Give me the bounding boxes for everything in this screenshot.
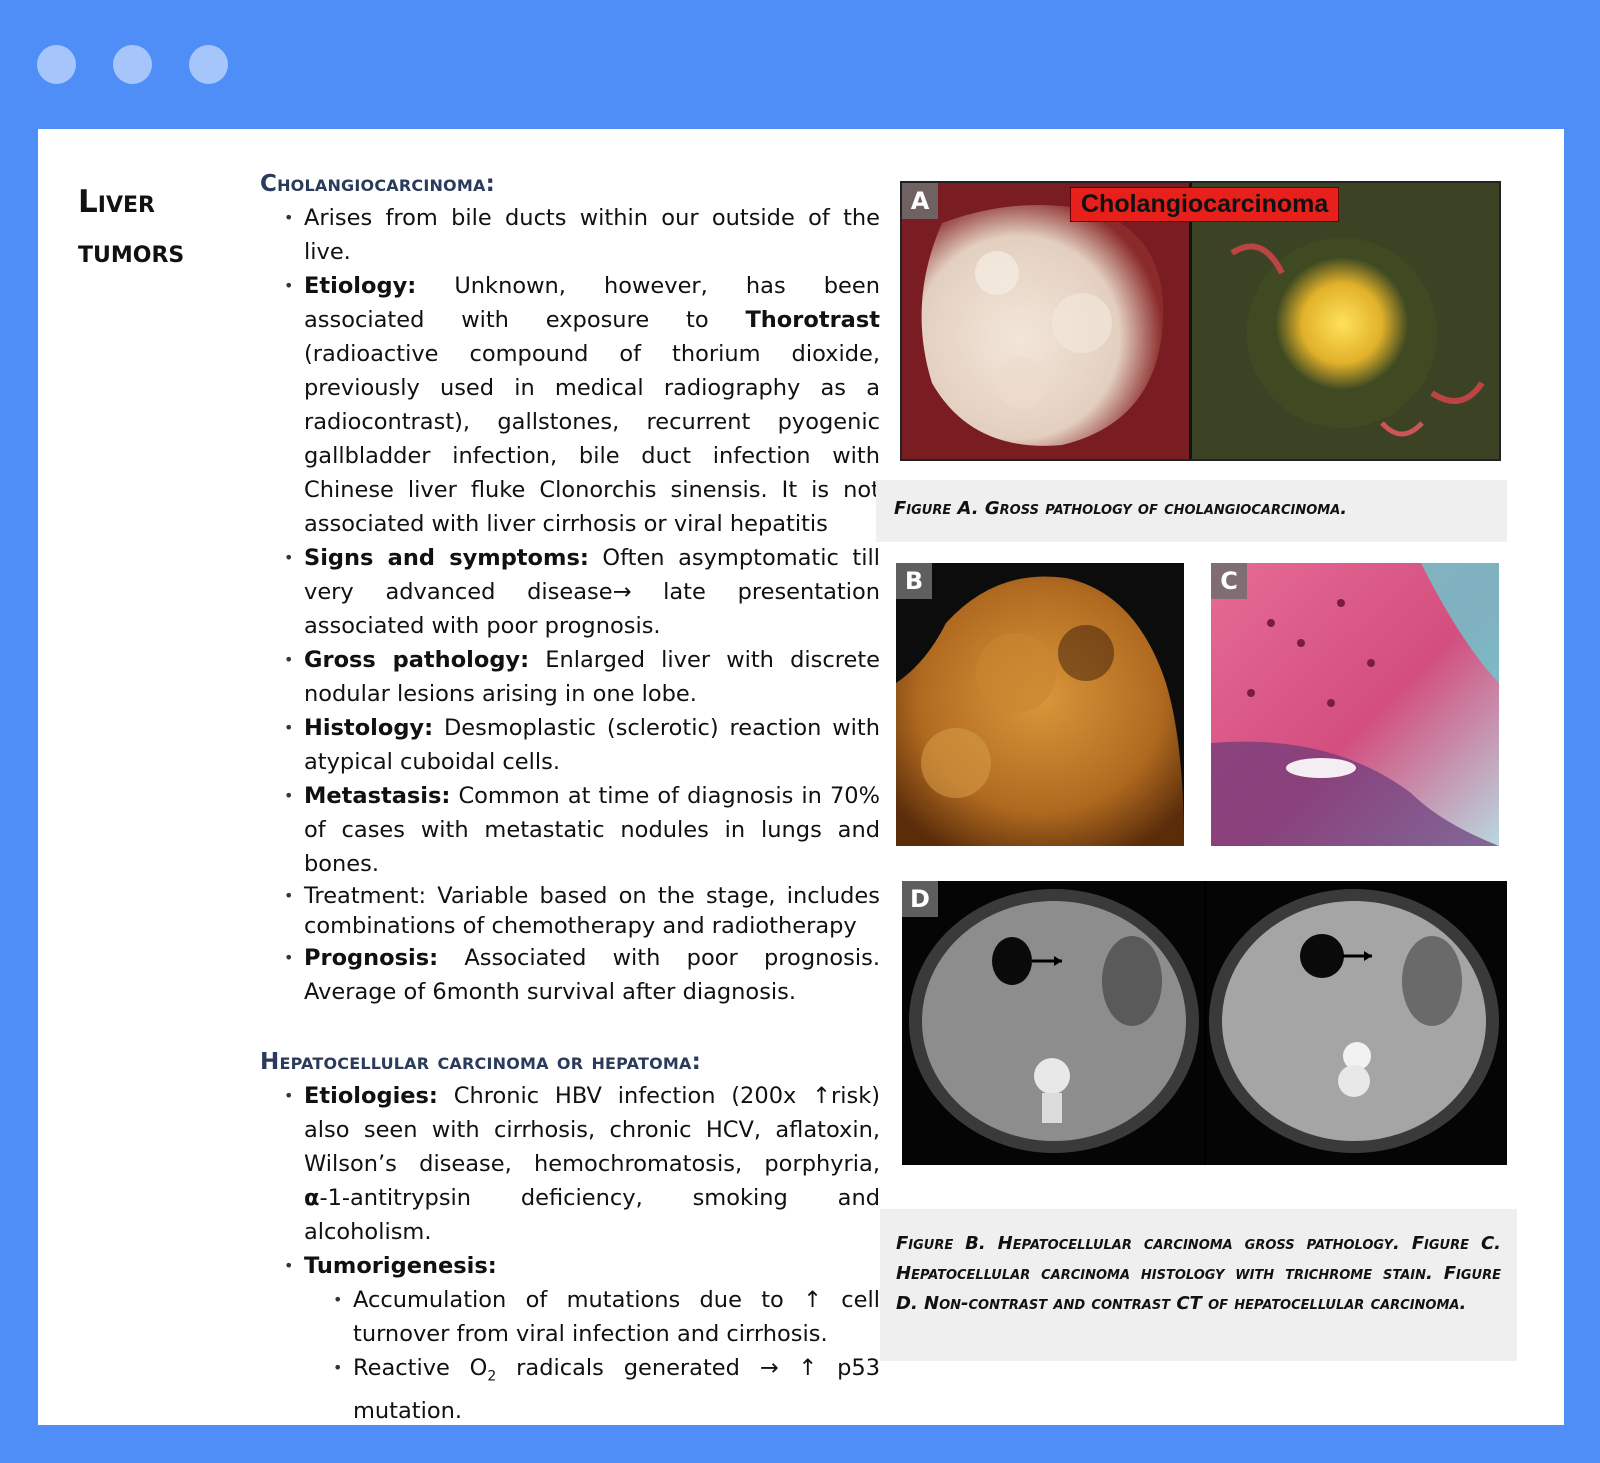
list-item: Prognosis: Associated with poor prognosi…	[284, 941, 880, 1009]
cholangiocarcinoma-gross-photo	[902, 183, 1499, 459]
window-dot-1[interactable]	[37, 45, 76, 84]
title-line-1: Liver	[78, 184, 155, 220]
list-item: Treatment: Variable based on the stage, …	[284, 881, 880, 941]
sub-list-item: Reactive O2 radicals generated → ↑ p53 m…	[333, 1351, 880, 1428]
list-item: Signs and symptoms: Often asymptomatic t…	[284, 541, 880, 643]
ct-contrast	[1209, 889, 1499, 1153]
figure-a-banner: Cholangiocarcinoma	[1070, 187, 1340, 222]
figure-c-image: C	[1211, 563, 1499, 846]
list-item: Metastasis: Common at time of diagnosis …	[284, 779, 880, 881]
figure-d-image: D	[902, 881, 1507, 1165]
figure-b-label: B	[896, 563, 932, 599]
window-dot-3[interactable]	[189, 45, 228, 84]
text-column: Cholangiocarcinoma: Arises from bile duc…	[260, 171, 880, 1428]
figure-bcd-caption: Figure B. Hepatocellular carcinoma gross…	[880, 1209, 1517, 1361]
section-title-hcc: Hepatocellular carcinoma or hepatoma:	[260, 1049, 701, 1075]
list-item: Arises from bile ducts within our outsid…	[284, 201, 880, 269]
list-item: Etiology: Unknown, however, has been ass…	[284, 269, 880, 541]
ct-non-contrast	[909, 889, 1199, 1153]
sub-list-item: Accumulation of mutations due to ↑ cell …	[333, 1283, 880, 1351]
list-item: Histology: Desmoplastic (sclerotic) reac…	[284, 711, 880, 779]
list-item: Gross pathology: Enlarged liver with dis…	[284, 643, 880, 711]
page-title: Liver tumors	[78, 177, 184, 277]
figure-a-image: A Cholangiocarcinoma	[900, 181, 1501, 461]
window-controls	[37, 45, 228, 84]
document-page: Liver tumors Cholangiocarcinoma: Arises …	[38, 129, 1564, 1425]
figure-a-caption: Figure A. Gross pathology of cholangioca…	[876, 480, 1507, 542]
hcc-gross-photo	[896, 563, 1184, 846]
figure-b-image: B	[896, 563, 1184, 846]
hcc-list: Etiologies: Chronic HBV infection (200x …	[260, 1079, 880, 1428]
cholangio-list: Arises from bile ducts within our outsid…	[260, 201, 880, 1009]
hcc-histology-photo	[1211, 563, 1499, 846]
figure-a-label: A	[902, 183, 938, 219]
list-item: Etiologies: Chronic HBV infection (200x …	[284, 1079, 880, 1249]
figure-d-label: D	[902, 881, 938, 917]
title-line-2: tumors	[78, 234, 185, 270]
list-item: Tumorigenesis: Accumulation of mutations…	[284, 1249, 880, 1428]
tumorigenesis-sublist: Accumulation of mutations due to ↑ cell …	[304, 1283, 880, 1428]
window-dot-2[interactable]	[113, 45, 152, 84]
section-title-cholangiocarcinoma: Cholangiocarcinoma:	[260, 171, 495, 197]
figure-c-label: C	[1211, 563, 1247, 599]
hcc-ct-scans	[902, 881, 1507, 1165]
